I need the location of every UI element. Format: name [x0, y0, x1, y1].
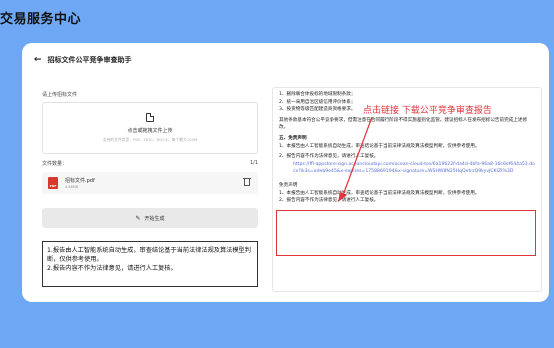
delete-icon[interactable]: [243, 178, 251, 186]
upload-label: 请上传招标文件: [42, 92, 78, 98]
upload-dropzone[interactable]: 点击或拖拽文件上传 支持的文件类型：PDF、DOC、DOCX，每个最大100M: [42, 102, 258, 154]
generate-button[interactable]: ✎ 开始生成: [42, 208, 258, 228]
edit-icon: ✎: [135, 214, 141, 222]
pdf-file-icon: PDF: [48, 177, 58, 189]
report-item: 1、删除联合体投标的地域限制条款；: [279, 92, 356, 97]
file-count: 1/1: [249, 160, 258, 166]
annotation-text: 点击链接 下载公平竞争审查报告: [363, 106, 492, 116]
file-name: 招标文件.pdf: [65, 178, 95, 184]
page-header: ← 招标文件公平竞争审查助手: [34, 55, 132, 65]
file-size: 4.68MB: [65, 185, 79, 189]
disclaimer-box: 1.报告由人工智能系统自动生成，审查结论基于当前法律法规及算法模型判断，仅供参考…: [42, 241, 258, 287]
file-upload-icon: [146, 113, 154, 122]
upload-instruction: 点击或拖拽文件上传: [127, 128, 173, 134]
back-arrow-icon[interactable]: ←: [34, 55, 42, 65]
file-meta: 招标文件.pdf 4.68MB: [65, 177, 95, 189]
assistant-card: ← 招标文件公平竞争审查助手 请上传招标文件 点击或拖拽文件上传 支持的文件类型…: [22, 43, 549, 302]
upload-hint: 支持的文件类型：PDF、DOC、DOCX，每个最大100M: [102, 137, 198, 142]
disclaimer-line-2: 2.报告内容不作为法律意见，请进行人工复核。: [47, 265, 177, 272]
page-title: 招标文件公平竞争审查助手: [47, 56, 132, 64]
generate-label: 开始生成: [144, 215, 165, 222]
file-count-label: 文件数量：: [42, 161, 68, 167]
site-title: 交易服务中心: [0, 12, 82, 27]
disclaimer-line-1: 1.报告由人工智能系统自动生成，审查结论基于当前法律法规及算法模型判断，仅供参考…: [47, 247, 251, 263]
file-count-row: 文件数量： 1/1: [42, 160, 258, 167]
uploaded-file: PDF 招标文件.pdf 4.68MB: [42, 172, 258, 194]
upload-panel: 请上传招标文件 点击或拖拽文件上传 支持的文件类型：PDF、DOC、DOCX，每…: [42, 91, 258, 287]
annotation-arrow: [338, 116, 373, 202]
link-highlight-box: [276, 210, 536, 256]
